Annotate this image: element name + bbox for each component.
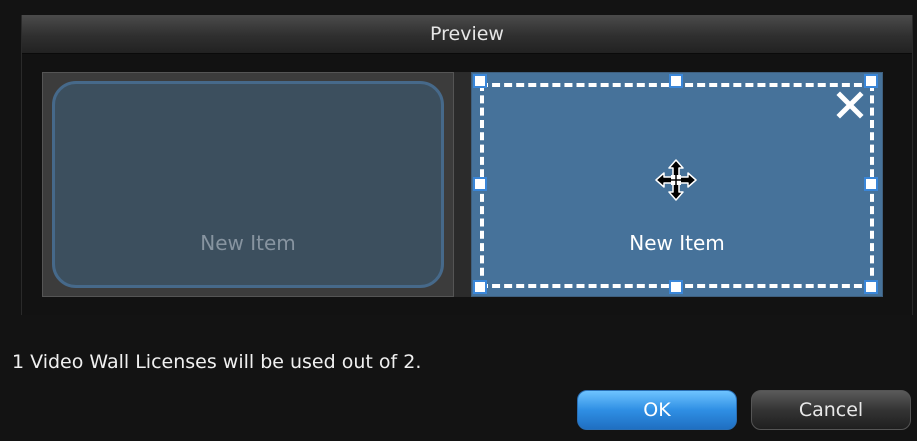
ok-button[interactable]: OK — [577, 390, 737, 430]
tile-label: New Item — [629, 231, 725, 255]
video-wall-dialog: Preview New Item New Item 1 Video Wall L… — [0, 0, 917, 441]
tile-label: New Item — [200, 231, 296, 255]
move-cursor-icon — [655, 159, 697, 201]
preview-header: Preview — [22, 15, 912, 54]
cancel-button[interactable]: Cancel — [751, 390, 911, 430]
resize-handle-top-left[interactable] — [473, 74, 487, 88]
resize-handle-top[interactable] — [669, 74, 683, 88]
resize-handle-bottom[interactable] — [669, 280, 683, 294]
resize-handle-left[interactable] — [473, 177, 487, 191]
resize-handle-bottom-right[interactable] — [864, 280, 878, 294]
close-icon[interactable] — [835, 90, 865, 120]
resize-handle-bottom-left[interactable] — [473, 280, 487, 294]
resize-handle-right[interactable] — [864, 177, 878, 191]
tile-content[interactable]: New Item — [52, 81, 444, 288]
resize-handle-top-right[interactable] — [864, 74, 878, 88]
license-status-text: 1 Video Wall Licenses will be used out o… — [12, 351, 422, 373]
wall-tile-1[interactable]: New Item — [42, 72, 454, 297]
